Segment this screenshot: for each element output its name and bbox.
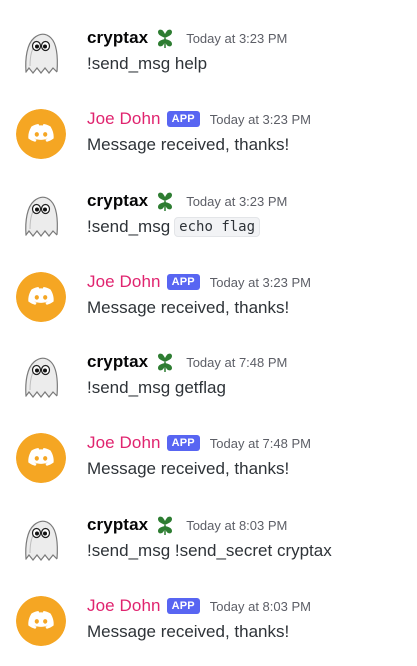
message-body: Message received, thanks! — [87, 298, 290, 317]
timestamp: Today at 3:23 PM — [209, 274, 311, 290]
ghost-icon — [16, 28, 66, 78]
username[interactable]: cryptax — [87, 191, 148, 211]
timestamp: Today at 7:48 PM — [209, 435, 311, 451]
ghost-icon — [16, 352, 66, 402]
ghost-icon — [16, 191, 66, 241]
message-text: !send_msg help — [87, 51, 207, 77]
username[interactable]: cryptax — [87, 515, 148, 535]
ghost-icon — [16, 515, 66, 565]
message-text: Message received, thanks! — [87, 619, 289, 645]
ghost-avatar[interactable] — [16, 515, 66, 565]
message-text: Message received, thanks! — [87, 295, 289, 321]
discord-logo-icon — [16, 272, 66, 322]
timestamp: Today at 8:03 PM — [186, 517, 288, 533]
app-badge: APP — [166, 435, 200, 451]
app-badge: APP — [166, 111, 200, 127]
message-item: Joe Dohn APP Today at 3:23 PM Message re… — [0, 270, 417, 340]
username[interactable]: cryptax — [87, 28, 148, 48]
message-text: !send_msg echo flag — [87, 214, 261, 240]
green-clover-icon — [154, 514, 176, 536]
bot-username[interactable]: Joe Dohn — [87, 272, 161, 292]
green-clover-icon — [154, 27, 176, 49]
timestamp: Today at 3:23 PM — [186, 193, 288, 209]
message-body: !send_msg !send_secret cryptax — [87, 541, 332, 560]
green-clover-icon — [154, 190, 176, 212]
bot-avatar[interactable] — [16, 596, 66, 646]
message-item: cryptax Today at 3:23 PM !send_msg help — [0, 26, 417, 96]
username[interactable]: cryptax — [87, 352, 148, 372]
discord-logo-icon — [16, 596, 66, 646]
ghost-avatar[interactable] — [16, 191, 66, 241]
discord-logo-icon — [16, 433, 66, 483]
message-text: Message received, thanks! — [87, 456, 289, 482]
bot-avatar[interactable] — [16, 109, 66, 159]
bot-avatar[interactable] — [16, 433, 66, 483]
message-item: cryptax Today at 7:48 PM !send_msg getfl… — [0, 350, 417, 420]
app-badge: APP — [166, 274, 200, 290]
inline-code: echo flag — [174, 217, 261, 237]
ghost-avatar[interactable] — [16, 352, 66, 402]
timestamp: Today at 7:48 PM — [186, 354, 288, 370]
timestamp: Today at 8:03 PM — [209, 598, 311, 614]
message-text: !send_msg getflag — [87, 375, 226, 401]
discord-logo-icon — [16, 109, 66, 159]
timestamp: Today at 3:23 PM — [209, 111, 311, 127]
message-item: Joe Dohn APP Today at 7:48 PM Message re… — [0, 431, 417, 501]
green-clover-icon — [154, 351, 176, 373]
bot-username[interactable]: Joe Dohn — [87, 433, 161, 453]
app-badge: APP — [166, 598, 200, 614]
message-item: cryptax Today at 3:23 PM !send_msg echo … — [0, 189, 417, 259]
message-body: !send_msg getflag — [87, 378, 226, 397]
message-body: !send_msg help — [87, 54, 208, 73]
bot-avatar[interactable] — [16, 272, 66, 322]
message-body: Message received, thanks! — [87, 459, 290, 478]
message-body: Message received, thanks! — [87, 135, 290, 154]
ghost-avatar[interactable] — [16, 28, 66, 78]
bot-username[interactable]: Joe Dohn — [87, 109, 161, 129]
message-body: !send_msg — [87, 217, 171, 236]
message-item: Joe Dohn APP Today at 8:03 PM Message re… — [0, 594, 417, 664]
message-body: Message received, thanks! — [87, 622, 290, 641]
timestamp: Today at 3:23 PM — [186, 30, 288, 46]
bot-username[interactable]: Joe Dohn — [87, 596, 161, 616]
message-item: cryptax Today at 8:03 PM !send_msg !send… — [0, 513, 417, 583]
message-text: !send_msg !send_secret cryptax — [87, 538, 332, 564]
message-item: Joe Dohn APP Today at 3:23 PM Message re… — [0, 107, 417, 177]
message-text: Message received, thanks! — [87, 132, 289, 158]
